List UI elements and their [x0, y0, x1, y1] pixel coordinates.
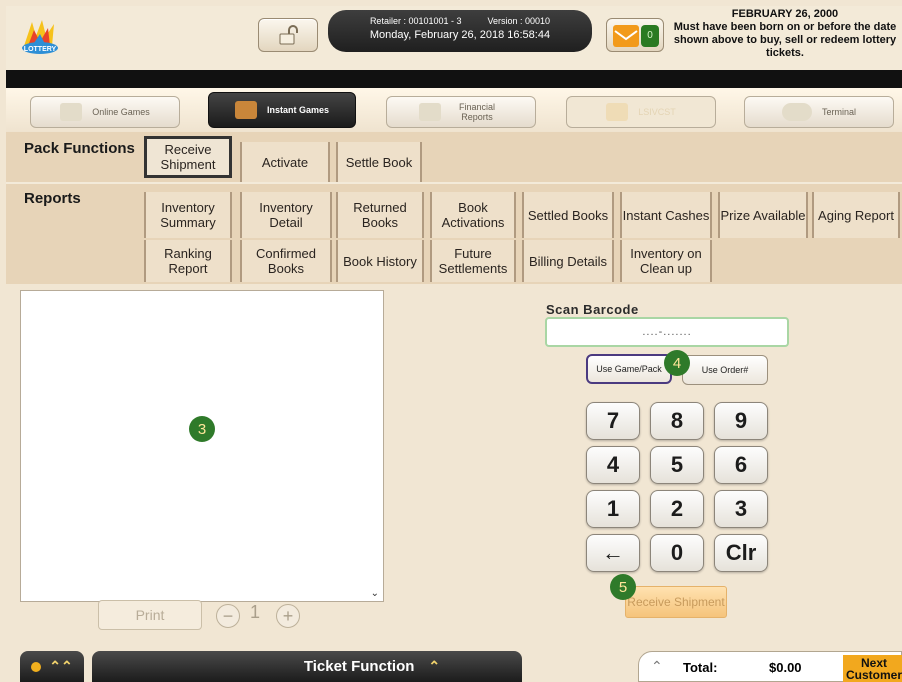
- report-confirmed-books[interactable]: Confirmed Books: [240, 240, 332, 282]
- age-date: FEBRUARY 26, 2000: [731, 8, 839, 20]
- receive-shipment-function-button[interactable]: Receive Shipment: [144, 136, 232, 178]
- lottery-logo: LOTTERY: [18, 16, 66, 56]
- status-dot-icon: [31, 661, 42, 672]
- activate-button[interactable]: Activate: [240, 142, 330, 182]
- step-marker-4: 4: [664, 350, 690, 376]
- main-tabs: Online Games Instant Games Financial Rep…: [6, 88, 902, 132]
- key-4[interactable]: 4: [586, 446, 640, 484]
- chevron-down-icon[interactable]: ⌄: [371, 588, 379, 599]
- key-9[interactable]: 9: [714, 402, 768, 440]
- chevron-up-icon: ⌃⌃: [49, 658, 73, 674]
- report-book-activations[interactable]: Book Activations: [430, 192, 516, 238]
- pack-functions-label: Pack Functions: [24, 140, 135, 157]
- tab-lsivcst[interactable]: LSIVCST: [566, 96, 716, 128]
- age-text: Must have been born on or before the dat…: [673, 21, 897, 59]
- tab-label: Online Games: [92, 107, 150, 117]
- step-marker-3: 3: [189, 416, 215, 442]
- report-future-settlements[interactable]: Future Settlements: [430, 240, 516, 282]
- key-2[interactable]: 2: [650, 490, 704, 528]
- status-toggle[interactable]: ⌃⌃: [20, 651, 84, 682]
- ticket-function-label: Ticket Function: [303, 658, 415, 675]
- print-button[interactable]: Print: [98, 600, 202, 630]
- tab-online-games[interactable]: Online Games: [30, 96, 180, 128]
- retailer-id: Retailer : 00101001 - 3: [369, 16, 462, 26]
- function-area: Pack Functions Receive Shipment Activate…: [6, 132, 902, 284]
- increment-button[interactable]: +: [276, 604, 300, 628]
- report-instant-cashes[interactable]: Instant Cashes: [620, 192, 712, 238]
- report-inventory-detail[interactable]: Inventory Detail: [240, 192, 332, 238]
- key-6[interactable]: 6: [714, 446, 768, 484]
- use-order-button[interactable]: Use Order#: [682, 355, 768, 385]
- key-3[interactable]: 3: [714, 490, 768, 528]
- tab-label: Terminal: [821, 107, 856, 117]
- report-aging-report[interactable]: Aging Report: [812, 192, 900, 238]
- backspace-key[interactable]: ←: [586, 534, 640, 572]
- receive-shipment-button[interactable]: Receive Shipment: [625, 586, 727, 618]
- key-5[interactable]: 5: [650, 446, 704, 484]
- messages-button[interactable]: 0: [606, 18, 664, 52]
- terminal-icon: [781, 103, 812, 121]
- key-0[interactable]: 0: [650, 534, 704, 572]
- tab-label: Instant Games: [266, 105, 330, 115]
- report-prize-available[interactable]: Prize Available: [718, 192, 808, 238]
- datetime: Monday, February 26, 2018 16:58:44: [369, 29, 551, 41]
- tab-financial-reports[interactable]: Financial Reports: [386, 96, 536, 128]
- step-marker-5: 5: [610, 574, 636, 600]
- status-panel: Retailer : 00101001 - 3 Version : 00010 …: [328, 10, 592, 52]
- settle-book-button[interactable]: Settle Book: [336, 142, 422, 182]
- age-notice: FEBRUARY 26, 2000 Must have been born on…: [670, 8, 900, 60]
- unlock-icon: [279, 25, 298, 45]
- total-panel: ⌃ Total: $0.00 Next Customer: [638, 651, 902, 682]
- chevron-up-icon: ⌃: [428, 658, 441, 674]
- scan-barcode-label: Scan Barcode: [546, 302, 639, 317]
- next-customer-button[interactable]: Next Customer: [843, 655, 902, 682]
- key-8[interactable]: 8: [650, 402, 704, 440]
- total-label: Total:: [683, 660, 718, 675]
- envelope-icon: [613, 25, 639, 47]
- report-icon: [419, 103, 441, 121]
- unlock-button[interactable]: [258, 18, 318, 52]
- report-book-history[interactable]: Book History: [336, 240, 424, 282]
- chevron-up-icon[interactable]: ⌃: [651, 658, 663, 675]
- report-inventory-summary[interactable]: Inventory Summary: [144, 192, 232, 238]
- report-returned-books[interactable]: Returned Books: [336, 192, 424, 238]
- total-value: $0.00: [769, 660, 802, 675]
- version: Version : 00010: [487, 16, 551, 26]
- report-billing-details[interactable]: Billing Details: [522, 240, 614, 282]
- tab-label: Financial Reports: [458, 102, 496, 122]
- shipment-list[interactable]: ⌄: [20, 290, 384, 602]
- tab-terminal[interactable]: Terminal: [744, 96, 894, 128]
- tab-instant-games[interactable]: Instant Games: [208, 92, 356, 128]
- box-icon: [234, 101, 257, 119]
- scan-barcode-input[interactable]: ....-.......: [545, 317, 789, 347]
- tab-label: LSIVCST: [638, 107, 676, 117]
- key-1[interactable]: 1: [586, 490, 640, 528]
- header: LOTTERY Retailer : 00101001 - 3 Version …: [6, 6, 902, 70]
- lsivcst-icon: [606, 103, 629, 121]
- ticket-function-bar[interactable]: Ticket Function ⌃: [92, 651, 522, 682]
- report-settled-books[interactable]: Settled Books: [522, 192, 614, 238]
- print-quantity: 1: [250, 602, 261, 622]
- app-window: LOTTERY Retailer : 00101001 - 3 Version …: [6, 6, 902, 682]
- decrement-button[interactable]: −: [216, 604, 240, 628]
- message-count: 0: [641, 25, 659, 47]
- header-divider: [6, 70, 902, 88]
- clear-key[interactable]: Clr: [714, 534, 768, 572]
- use-game-pack-button[interactable]: Use Game/Pack: [586, 354, 672, 384]
- report-inventory-on-clean-up[interactable]: Inventory on Clean up: [620, 240, 712, 282]
- report-ranking-report[interactable]: Ranking Report: [144, 240, 232, 282]
- section-divider: [6, 182, 902, 184]
- reports-label: Reports: [24, 190, 81, 207]
- online-games-icon: [60, 103, 83, 121]
- svg-text:LOTTERY: LOTTERY: [24, 46, 57, 53]
- key-7[interactable]: 7: [586, 402, 640, 440]
